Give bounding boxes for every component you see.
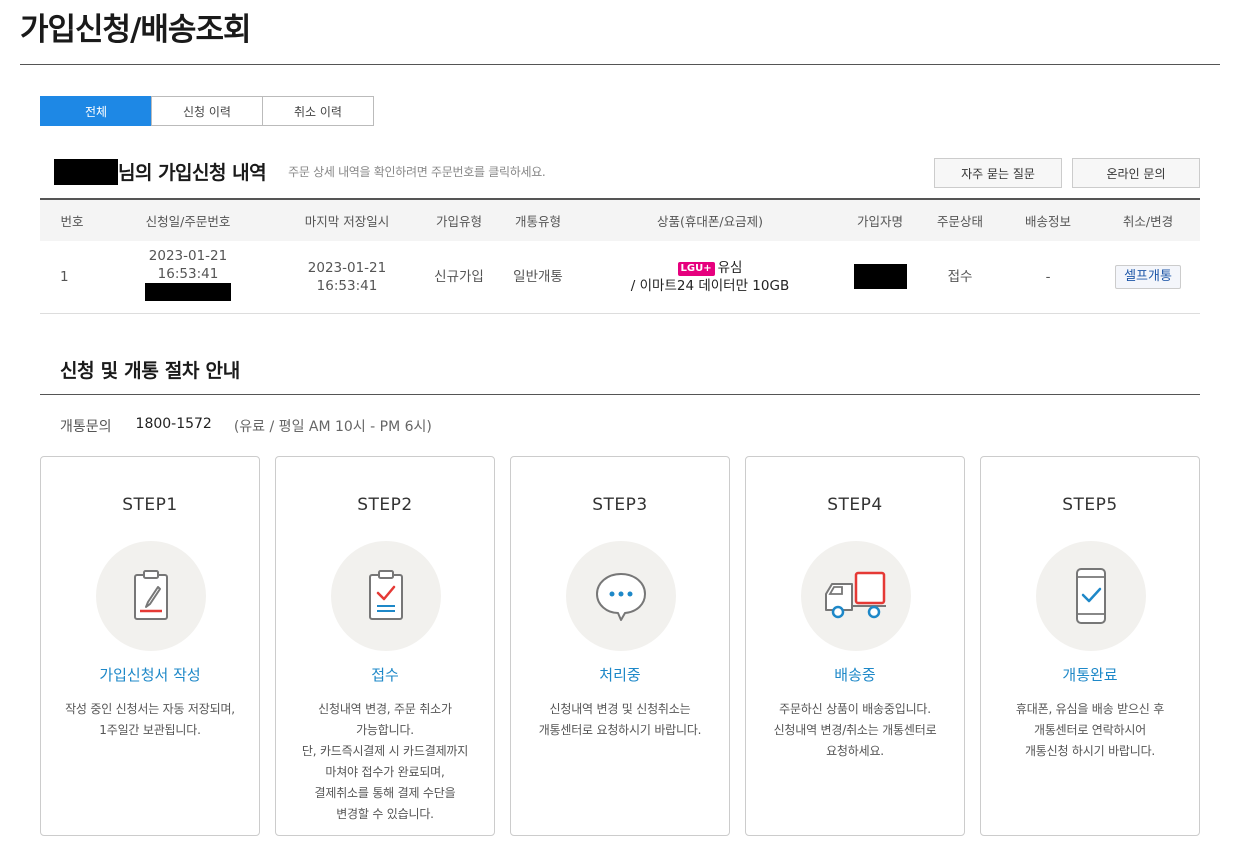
step-name: 접수 (371, 666, 399, 684)
cell-action: 셀프개통 (1096, 241, 1200, 314)
step-icon-circle (566, 541, 676, 651)
step-card-4: STEP4 배송중 주문하신 상품이 배송중입니다. 신청내역 변경/취소는 개… (745, 456, 965, 836)
step-icon-circle (331, 541, 441, 651)
section-description: 주문 상세 내역을 확인하려면 주문번호를 클릭하세요. (288, 165, 546, 179)
step-list: STEP1 가입신청서 작성 작성 중인 신청서는 자동 저장되며, 1주일간 … (40, 456, 1200, 836)
step-icon-circle (1036, 541, 1146, 651)
step-card-5: STEP5 개통완료 휴대폰, 유심을 배송 받으신 후 개통센터로 연락하시어… (980, 456, 1200, 836)
cell-apply-date[interactable]: 2023-01-21 16:53:41 (104, 241, 272, 314)
th-join-type: 가입유형 (422, 198, 496, 241)
step-card-1: STEP1 가입신청서 작성 작성 중인 신청서는 자동 저장되며, 1주일간 … (40, 456, 260, 836)
cell-product: LGU+ 유심 / 이마트24 데이터만 10GB (580, 241, 840, 314)
table-row: 1 2023-01-21 16:53:41 2023-01-21 16:53:4… (40, 241, 1200, 314)
step-number: STEP4 (827, 495, 883, 515)
page-title: 가입신청/배송조회 (20, 12, 251, 48)
table-header-row: 번호 신청일/주문번호 마지막 저장일시 가입유형 개통유형 상품(휴대폰/요금… (40, 198, 1200, 241)
th-subscriber: 가입자명 (840, 198, 920, 241)
contact-info: 개통문의 1800-1572 (유료 / 평일 AM 10시 - PM 6시) (60, 416, 432, 436)
cell-join-type: 신규가입 (422, 241, 496, 314)
online-inquiry-button[interactable]: 온라인 문의 (1072, 158, 1200, 188)
th-status: 주문상태 (920, 198, 1000, 241)
apply-time: 16:53:41 (157, 266, 219, 283)
step-name: 배송중 (834, 666, 876, 684)
redacted-order-number[interactable] (145, 283, 231, 302)
guide-divider (40, 394, 1200, 395)
order-table: 번호 신청일/주문번호 마지막 저장일시 가입유형 개통유형 상품(휴대폰/요금… (40, 198, 1200, 314)
step-description: 신청내역 변경, 주문 취소가 가능합니다. 단, 카드즉시결제 시 카드결제까… (301, 702, 469, 821)
step-description: 작성 중인 신청서는 자동 저장되며, 1주일간 보관됩니다. (65, 702, 235, 737)
step-icon-circle (96, 541, 206, 651)
th-no: 번호 (40, 198, 104, 241)
th-product: 상품(휴대폰/요금제) (580, 198, 840, 241)
redacted-subscriber-name (853, 264, 907, 290)
chat-bubble-icon (596, 573, 646, 621)
cell-open-type: 일반개통 (496, 241, 580, 314)
product-line2: / 이마트24 데이터만 10GB (630, 277, 790, 294)
apply-date: 2023-01-21 (148, 248, 228, 265)
step-description: 휴대폰, 유심을 배송 받으신 후 개통센터로 연락하시어 개통신청 하시기 바… (1015, 702, 1165, 758)
cell-no: 1 (40, 241, 104, 314)
saved-date: 2023-01-21 (307, 259, 387, 276)
cell-delivery: - (1000, 241, 1096, 314)
saved-time: 16:53:41 (316, 277, 378, 294)
step-number: STEP3 (592, 495, 648, 515)
cell-saved-date: 2023-01-21 16:53:41 (272, 241, 422, 314)
cell-subscriber (840, 241, 920, 314)
carrier-badge: LGU+ (677, 261, 715, 276)
th-open-type: 개통유형 (496, 198, 580, 241)
clipboard-pen-icon (134, 570, 168, 620)
step-number: STEP2 (357, 495, 413, 515)
step-description: 신청내역 변경 및 신청취소는 개통센터로 요청하시기 바랍니다. (538, 702, 702, 737)
redacted-username (54, 158, 118, 185)
contact-hours: (유료 / 평일 AM 10시 - PM 6시) (233, 419, 432, 435)
th-apply-date: 신청일/주문번호 (104, 198, 272, 241)
step-card-2: STEP2 접수 신청내역 변경, 주문 취소가 가능합니다. 단, 카드즉시결… (275, 456, 495, 836)
faq-button[interactable]: 자주 묻는 질문 (934, 158, 1062, 188)
step-description: 주문하신 상품이 배송중입니다. 신청내역 변경/취소는 개통센터로 요청하세요… (773, 702, 937, 758)
contact-number: 1800-1572 (135, 416, 212, 432)
phone-check-icon (1076, 568, 1106, 624)
th-saved-date: 마지막 저장일시 (272, 198, 422, 241)
section-header: 님의 가입신청 내역 주문 상세 내역을 확인하려면 주문번호를 클릭하세요. (54, 158, 546, 185)
step-number: STEP5 (1062, 495, 1118, 515)
th-delivery: 배송정보 (1000, 198, 1096, 241)
th-action: 취소/변경 (1096, 198, 1200, 241)
tab-bar: 전체 신청 이력 취소 이력 (40, 96, 374, 126)
product-line1: 유심 (717, 259, 743, 276)
truck-icon (825, 571, 886, 619)
clipboard-check-icon (369, 570, 403, 620)
step-name: 처리중 (599, 666, 641, 684)
step-name: 가입신청서 작성 (99, 666, 201, 684)
cell-status: 접수 (920, 241, 1000, 314)
guide-title: 신청 및 개통 절차 안내 (60, 360, 240, 382)
tab-all[interactable]: 전체 (40, 96, 152, 126)
section-title: 님의 가입신청 내역 (118, 162, 267, 184)
contact-label: 개통문의 (60, 419, 112, 435)
step-name: 개통완료 (1062, 666, 1118, 684)
self-activation-button[interactable]: 셀프개통 (1115, 264, 1181, 289)
step-number: STEP1 (122, 495, 178, 515)
step-icon-circle (801, 541, 911, 651)
tab-cancel-history[interactable]: 취소 이력 (262, 96, 374, 126)
title-divider (20, 64, 1220, 65)
step-card-3: STEP3 처리중 신청내역 변경 및 신청취소는 개통센터로 요청하시기 바랍… (510, 456, 730, 836)
tab-apply-history[interactable]: 신청 이력 (151, 96, 263, 126)
